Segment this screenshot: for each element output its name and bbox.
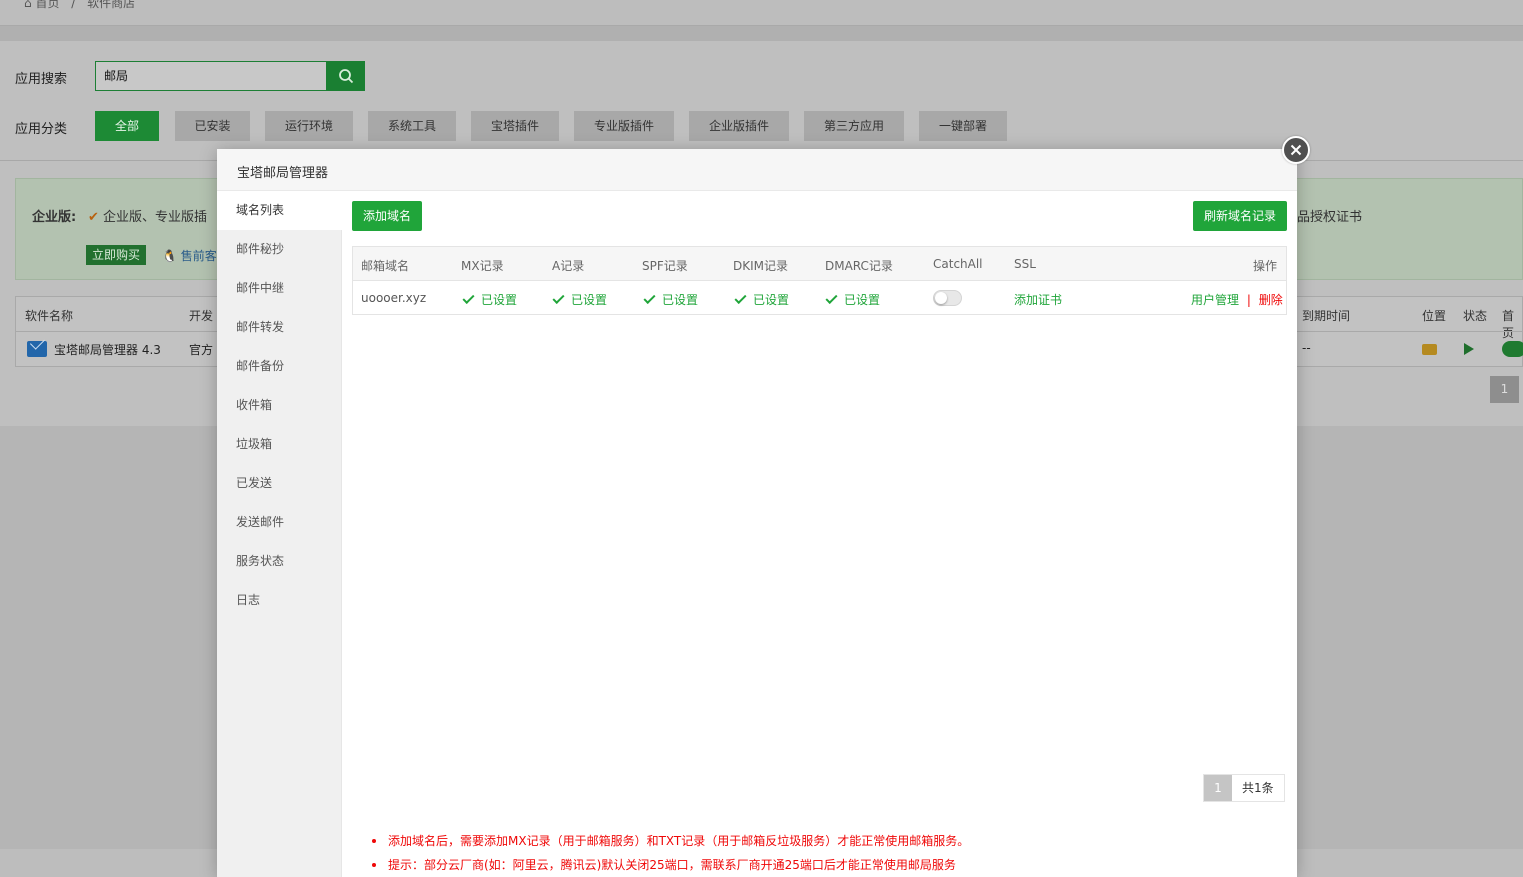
domain-table-header: 邮箱域名 MX记录 A记录 SPF记录 DKIM记录 DMARC记录 Catch… — [353, 247, 1286, 281]
page-1-button[interactable]: 1 — [1204, 775, 1232, 801]
mail-icon — [27, 341, 47, 357]
software-developer: 官方 — [189, 343, 214, 357]
category-all[interactable]: 全部 — [95, 111, 159, 141]
category-third-party[interactable]: 第三方应用 — [804, 111, 904, 141]
buy-now-button[interactable]: 立即购买 — [86, 245, 146, 265]
col-mx: MX记录 — [461, 259, 504, 273]
close-icon — [1290, 144, 1302, 156]
col-dmarc: DMARC记录 — [825, 259, 893, 273]
col-software-name: 软件名称 — [25, 309, 74, 323]
modal-header: 宝塔邮局管理器 — [217, 149, 1297, 191]
check-icon: ✔ — [88, 210, 99, 225]
sidebar-item-bcc[interactable]: 邮件秘抄 — [217, 230, 342, 269]
software-name[interactable]: 宝塔邮局管理器 4.3 — [54, 341, 161, 358]
search-icon — [338, 69, 353, 84]
search-label: 应用搜索 — [15, 72, 68, 87]
dkim-status: 已设置 — [734, 291, 789, 308]
mx-status: 已设置 — [462, 291, 517, 308]
sidebar-item-inbox[interactable]: 收件箱 — [217, 386, 342, 425]
row-actions: 用户管理 | 删除 — [1191, 291, 1283, 308]
modal-sidebar: 域名列表 邮件秘抄 邮件中继 邮件转发 邮件备份 收件箱 垃圾箱 已发送 发送邮… — [217, 191, 343, 877]
tip-item: 添加域名后，需要添加MX记录（用于邮箱服务）和TXT记录（用于邮箱反垃圾服务）才… — [372, 829, 1272, 853]
col-homepage: 首页 — [1502, 309, 1515, 340]
category-label: 应用分类 — [15, 122, 68, 137]
breadcrumb-home[interactable]: 首页 — [35, 0, 59, 10]
check-icon — [462, 291, 475, 305]
mail-manager-modal: 宝塔邮局管理器 域名列表 邮件秘抄 邮件中继 邮件转发 邮件备份 收件箱 垃圾箱… — [217, 149, 1297, 877]
delete-link[interactable]: 删除 — [1259, 293, 1283, 307]
col-a: A记录 — [552, 259, 585, 273]
col-status: 状态 — [1463, 309, 1488, 323]
tips-list: 添加域名后，需要添加MX记录（用于邮箱服务）和TXT记录（用于邮箱反垃圾服务）才… — [372, 829, 1272, 877]
total-count: 共1条 — [1232, 775, 1284, 801]
col-expire: 到期时间 — [1302, 309, 1351, 323]
top-bar: ⌂ 首页 / 软件商店 — [0, 0, 1523, 26]
check-icon — [643, 291, 656, 305]
col-catchall: CatchAll — [933, 257, 983, 271]
category-one-click[interactable]: 一键部署 — [919, 111, 1007, 141]
catchall-toggle[interactable] — [933, 290, 962, 306]
refresh-domain-records-button[interactable]: 刷新域名记录 — [1193, 201, 1287, 231]
qq-icon: 🐧 — [162, 249, 177, 263]
category-system-tools[interactable]: 系统工具 — [368, 111, 456, 141]
category-pro-plugins[interactable]: 专业版插件 — [574, 111, 674, 141]
col-ssl: SSL — [1014, 257, 1036, 271]
search-button[interactable] — [326, 61, 365, 91]
category-runtime[interactable]: 运行环境 — [265, 111, 353, 141]
promo-cert-text: 品授权证书 — [1297, 210, 1363, 225]
breadcrumb-current: 软件商店 — [87, 0, 136, 10]
modal-pagination: 1 共1条 — [1203, 774, 1285, 802]
folder-icon[interactable] — [1422, 344, 1437, 355]
sidebar-item-spam[interactable]: 垃圾箱 — [217, 425, 342, 464]
software-expire: -- — [1302, 341, 1311, 355]
add-certificate-link[interactable]: 添加证书 — [1014, 291, 1062, 308]
sidebar-item-backup[interactable]: 邮件备份 — [217, 347, 342, 386]
check-icon — [825, 291, 838, 305]
col-mail-domain: 邮箱域名 — [361, 259, 410, 273]
play-icon[interactable] — [1464, 343, 1474, 355]
sidebar-item-forward[interactable]: 邮件转发 — [217, 308, 342, 347]
col-spf: SPF记录 — [642, 259, 688, 273]
presale-link[interactable]: 🐧 售前客 — [162, 247, 217, 264]
a-status: 已设置 — [552, 291, 607, 308]
sidebar-item-logs[interactable]: 日志 — [217, 581, 342, 620]
col-actions: 操作 — [1253, 259, 1278, 273]
modal-content: 添加域名 刷新域名记录 邮箱域名 MX记录 A记录 SPF记录 DKIM记录 D… — [342, 191, 1297, 877]
check-icon — [734, 291, 747, 305]
category-bt-plugins[interactable]: 宝塔插件 — [471, 111, 559, 141]
homepage-toggle[interactable] — [1502, 341, 1523, 357]
col-developer: 开发 — [189, 309, 214, 323]
spf-status: 已设置 — [643, 291, 698, 308]
category-enterprise-plugins[interactable]: 企业版插件 — [689, 111, 789, 141]
search-input[interactable]: 邮局 — [95, 61, 327, 91]
toggle-knob — [935, 292, 947, 304]
breadcrumb-separator: / — [71, 0, 76, 10]
bg-page-1[interactable]: 1 — [1490, 376, 1519, 403]
tip-item: 提示：部分云厂商(如：阿里云，腾讯云)默认关闭25端口，需联系厂商开通25端口后… — [372, 853, 1272, 877]
domain-table: 邮箱域名 MX记录 A记录 SPF记录 DKIM记录 DMARC记录 Catch… — [352, 246, 1287, 315]
home-icon[interactable]: ⌂ — [24, 0, 32, 10]
action-separator: | — [1246, 293, 1251, 307]
breadcrumb: ⌂ 首页 / 软件商店 — [24, 0, 135, 11]
category-installed[interactable]: 已安装 — [175, 111, 250, 141]
col-dkim: DKIM记录 — [733, 259, 789, 273]
promo-title: 企业版: — [32, 210, 77, 225]
promo-features: ✔ 企业版、专业版插 — [88, 210, 208, 225]
sidebar-item-relay[interactable]: 邮件中继 — [217, 269, 342, 308]
check-icon — [552, 291, 565, 305]
page-gap — [0, 26, 1523, 41]
domain-name: uoooer.xyz — [361, 291, 427, 305]
dmarc-status: 已设置 — [825, 291, 880, 308]
sidebar-item-service-status[interactable]: 服务状态 — [217, 542, 342, 581]
col-position: 位置 — [1422, 309, 1447, 323]
sidebar-item-compose[interactable]: 发送邮件 — [217, 503, 342, 542]
modal-title: 宝塔邮局管理器 — [237, 166, 329, 181]
sidebar-item-sent[interactable]: 已发送 — [217, 464, 342, 503]
add-domain-button[interactable]: 添加域名 — [352, 201, 422, 231]
user-manage-link[interactable]: 用户管理 — [1191, 293, 1239, 307]
modal-close-button[interactable] — [1282, 136, 1310, 164]
sidebar-item-domain-list[interactable]: 域名列表 — [217, 191, 343, 230]
